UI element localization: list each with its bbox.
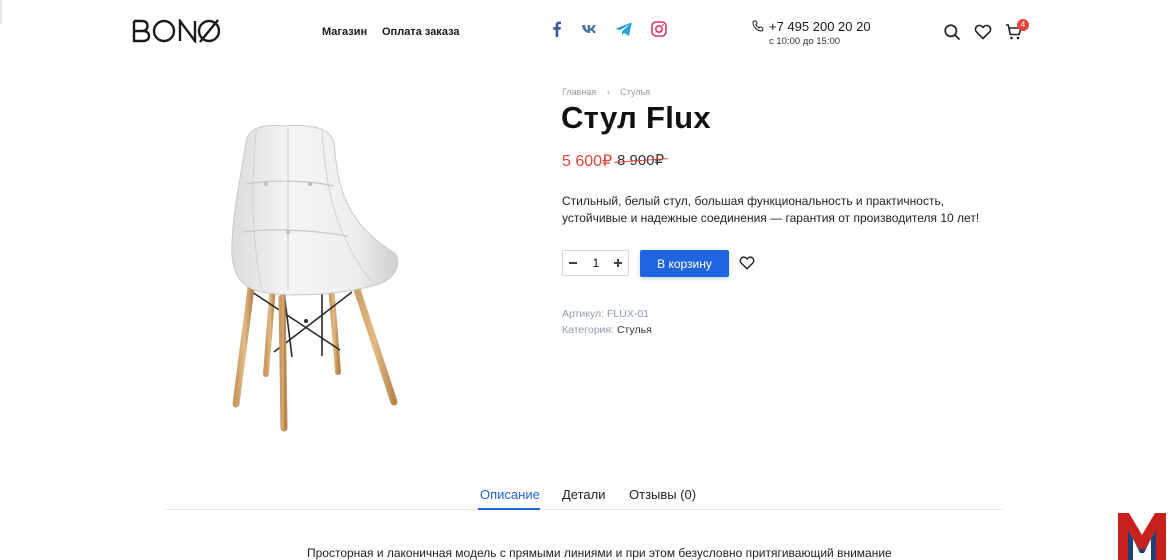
breadcrumb-home[interactable]: Главная	[562, 87, 596, 97]
wishlist-icon[interactable]	[974, 23, 992, 41]
chevron-right-icon: ›	[606, 86, 610, 97]
add-to-cart-button[interactable]: В корзину	[640, 250, 729, 277]
category-row: Категория: Стулья	[562, 324, 652, 336]
site-header: Магазин Оплата заказа +7 495 200 20 20 с…	[0, 0, 1170, 64]
quantity-input[interactable]	[585, 256, 607, 270]
facebook-icon[interactable]	[548, 20, 566, 38]
tab-details[interactable]: Детали	[562, 487, 606, 502]
category-link[interactable]: Стулья	[617, 324, 652, 336]
breadcrumb-category[interactable]: Стулья	[620, 87, 650, 97]
sku-row: Артикул: FLUX-01	[562, 308, 649, 320]
nav-shop[interactable]: Магазин	[322, 26, 367, 38]
phone-number[interactable]: +7 495 200 20 20	[769, 19, 871, 34]
product-image[interactable]	[222, 122, 408, 434]
price-current: 5 600₽	[562, 153, 613, 170]
search-icon[interactable]	[943, 23, 961, 41]
quantity-increase-button[interactable]	[608, 251, 628, 275]
breadcrumb: Главная › Стулья	[562, 86, 650, 97]
description-text: Просторная и лаконичная модель с прямыми…	[307, 546, 892, 560]
cart-count-badge: 4	[1017, 19, 1029, 31]
instagram-icon[interactable]	[650, 20, 668, 38]
bono-logo[interactable]	[132, 19, 220, 43]
m-logo-icon	[1118, 513, 1166, 560]
working-hours: с 10:00 до 15:00	[769, 36, 841, 47]
add-to-wishlist-icon[interactable]	[739, 255, 755, 271]
sku-label: Артикул:	[562, 308, 605, 320]
active-tab-indicator	[478, 508, 540, 510]
quantity-stepper	[562, 250, 629, 276]
sku-value: FLUX-01	[606, 308, 649, 320]
nav-payment[interactable]: Оплата заказа	[382, 26, 460, 38]
phone-icon	[752, 20, 764, 32]
tab-description[interactable]: Описание	[480, 487, 540, 502]
tabs-divider	[166, 509, 1002, 510]
telegram-icon[interactable]	[615, 20, 633, 38]
tab-reviews[interactable]: Отзывы (0)	[629, 487, 696, 502]
product-title: Стул Flux	[561, 100, 711, 135]
vk-icon[interactable]	[581, 20, 599, 38]
category-label: Категория:	[562, 324, 615, 336]
quantity-decrease-button[interactable]	[563, 251, 583, 275]
short-description: Стильный, белый стул, большая функционал…	[562, 194, 980, 225]
